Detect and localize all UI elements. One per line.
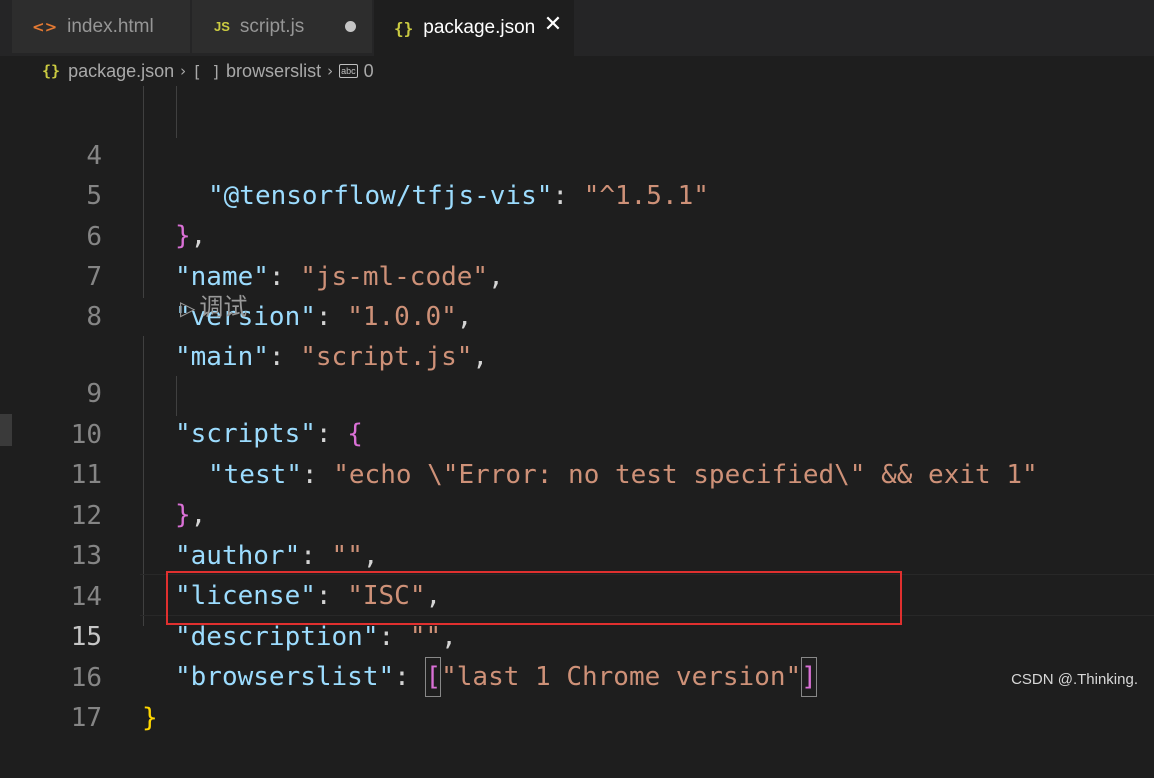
- code-line: 4 "@tensorflow/tfjs-vis": "^1.5.1": [0, 96, 1154, 211]
- json-file-icon: {}: [394, 18, 414, 38]
- tab-label: index.html: [67, 15, 154, 37]
- line-number: 17: [70, 703, 102, 733]
- annotation-highlight-box: [166, 571, 902, 625]
- breadcrumb-file[interactable]: package.json: [68, 61, 174, 82]
- chevron-right-icon: ›: [180, 62, 187, 80]
- code-line: 12 "author": "",: [0, 456, 1154, 571]
- tab-script-js[interactable]: JS script.js: [192, 0, 372, 53]
- tab-bar: <> index.html JS script.js {} package.js…: [0, 0, 1154, 56]
- json-file-icon: {}: [42, 62, 61, 80]
- json-colon: :: [315, 302, 348, 332]
- js-file-icon: JS: [214, 19, 230, 34]
- breadcrumb: {} package.json › [ ] browserslist › abc…: [0, 56, 1154, 86]
- close-icon[interactable]: ✕: [542, 14, 564, 36]
- line-number: 8: [86, 302, 102, 332]
- codelens-label: 调试: [199, 294, 248, 321]
- bracket: }: [142, 703, 158, 733]
- tab-label: package.json: [423, 17, 536, 38]
- code-editor[interactable]: 4 "@tensorflow/tfjs-vis": "^1.5.1" 5 }, …: [0, 86, 1154, 733]
- array-icon: [ ]: [192, 61, 222, 81]
- code-line: 17: [0, 658, 1154, 733]
- code-line: 6 "name": "js-ml-code",: [0, 177, 1154, 292]
- play-icon: ▷: [180, 296, 196, 320]
- chevron-right-icon: ›: [327, 62, 334, 80]
- code-line: 13 "license": "ISC",: [0, 496, 1154, 611]
- code-line: 5 },: [0, 136, 1154, 251]
- string-icon: abc: [339, 64, 358, 78]
- code-line: 7 "version": "1.0.0",: [0, 217, 1154, 332]
- watermark: CSDN @.Thinking.: [1011, 671, 1138, 688]
- breadcrumb-node[interactable]: browserslist: [226, 61, 321, 82]
- tab-label: script.js: [239, 15, 305, 37]
- code-line: 10 "test": "echo \"Error: no test specif…: [0, 375, 1154, 490]
- breadcrumb-index[interactable]: 0: [364, 61, 374, 82]
- code-line: 9 "scripts": {: [0, 334, 1154, 449]
- tab-package-json[interactable]: {} package.json ✕: [374, 0, 574, 56]
- code-line: 8 "main": "script.js",: [0, 257, 1154, 372]
- unsaved-dot-icon[interactable]: [345, 21, 356, 32]
- debug-codelens[interactable]: ▷ 调试: [180, 293, 247, 323]
- json-comma: ,: [456, 302, 473, 332]
- tab-index-html[interactable]: <> index.html: [12, 0, 190, 53]
- html-file-icon: <>: [32, 17, 58, 36]
- code-line: 11 },: [0, 415, 1154, 530]
- json-value: "1.0.0": [347, 302, 457, 332]
